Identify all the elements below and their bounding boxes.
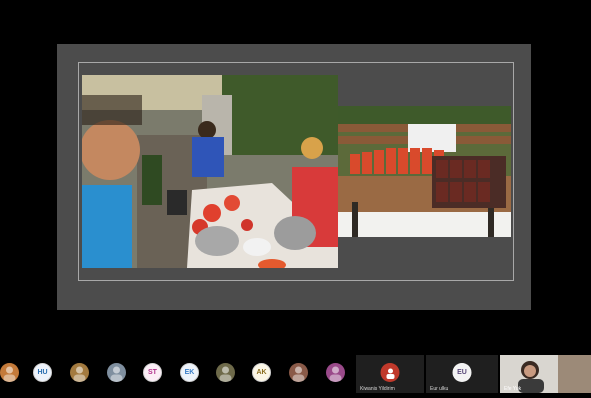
participant-initials: ST xyxy=(148,369,157,376)
participant-tile-efe-video[interactable]: Efe Yuk xyxy=(500,355,591,393)
person-avatar-icon[interactable] xyxy=(216,363,235,382)
participant-name: Eur ulku xyxy=(430,386,449,392)
participant-initials-avatar[interactable]: HU xyxy=(33,363,52,382)
participant-initials-avatar[interactable]: AK xyxy=(252,363,271,382)
participant-initials: EK xyxy=(184,369,195,376)
participant-initials: AK xyxy=(256,369,267,376)
person-avatar-icon[interactable] xyxy=(289,363,308,382)
participant-tile-kiwanis[interactable]: Kiwanis Yildirim xyxy=(356,355,424,393)
person-avatar-icon[interactable] xyxy=(70,363,89,382)
shared-photo-tomato-preparation xyxy=(82,75,338,268)
participant-name: Kiwanis Yildirim xyxy=(360,386,395,392)
person-avatar-icon[interactable] xyxy=(0,363,19,382)
participant-initials-avatar[interactable]: ST xyxy=(143,363,162,382)
shared-photo-tomato-jars xyxy=(338,106,511,237)
participant-name: Efe Yuk xyxy=(504,386,522,392)
participant-tile-eu[interactable]: EU Eur ulku xyxy=(426,355,498,393)
person-avatar-icon[interactable] xyxy=(107,363,126,382)
person-avatar-icon[interactable] xyxy=(326,363,345,382)
participant-initials-avatar: EU xyxy=(452,363,472,382)
participant-initials: HU xyxy=(37,369,48,376)
participant-initials-avatar[interactable]: EK xyxy=(180,363,199,382)
person-avatar-icon xyxy=(380,363,400,382)
